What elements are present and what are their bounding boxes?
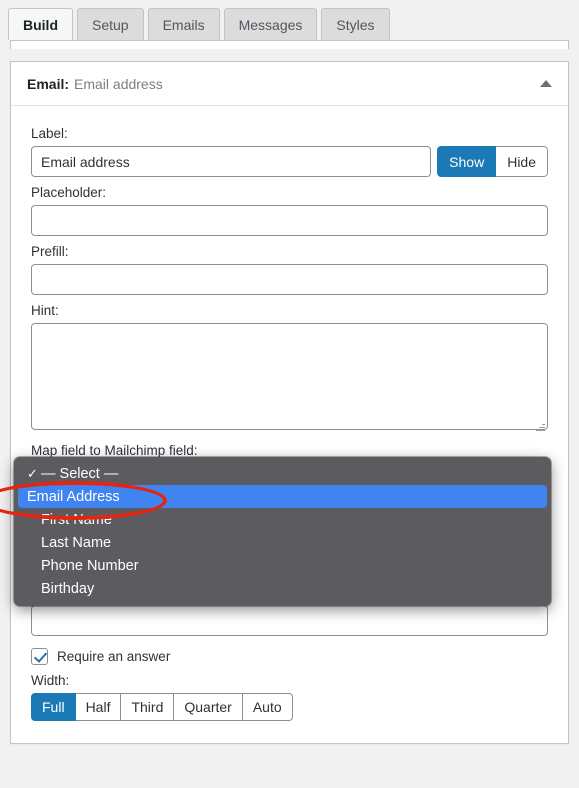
dropdown-option-birthday[interactable]: Birthday bbox=[14, 577, 551, 600]
field-settings-panel: Email: Email address Label: Show Hide Pl… bbox=[10, 61, 569, 744]
previous-panel-edge bbox=[10, 40, 569, 49]
dropdown-option-label: First Name bbox=[41, 511, 112, 528]
tab-styles[interactable]: Styles bbox=[321, 8, 390, 40]
label-visibility-toggle: Show Hide bbox=[437, 146, 548, 177]
map-field-caption: Map field to Mailchimp field: bbox=[31, 443, 198, 458]
dropdown-option-email-address[interactable]: Email Address bbox=[18, 485, 547, 508]
form-builder-screen: Build Setup Emails Messages Styles Email… bbox=[0, 0, 579, 788]
dropdown-option-first-name[interactable]: First Name bbox=[14, 508, 551, 531]
tab-bar: Build Setup Emails Messages Styles bbox=[0, 8, 579, 40]
hint-wrapper bbox=[31, 323, 548, 435]
dropdown-option-phone-number[interactable]: Phone Number bbox=[14, 554, 551, 577]
field-title-label: Email address bbox=[74, 75, 163, 92]
tab-messages[interactable]: Messages bbox=[223, 8, 318, 40]
tab-build[interactable]: Build bbox=[8, 8, 73, 40]
panel-header[interactable]: Email: Email address bbox=[11, 62, 568, 106]
require-answer-row[interactable]: Require an answer bbox=[31, 648, 548, 665]
dropdown-option-label: Phone Number bbox=[41, 557, 139, 574]
tab-label: Messages bbox=[238, 16, 303, 33]
suffix-input[interactable] bbox=[31, 605, 548, 636]
dropdown-option-last-name[interactable]: Last Name bbox=[14, 531, 551, 554]
dropdown-option-label: Last Name bbox=[41, 534, 112, 551]
mailchimp-field-dropdown-menu: ✓ — Select — Email Address First Name La… bbox=[14, 457, 551, 606]
dropdown-option-select[interactable]: ✓ — Select — bbox=[14, 462, 551, 485]
hint-field-caption: Hint: bbox=[31, 303, 59, 318]
tab-label: Styles bbox=[336, 16, 375, 33]
show-label-button[interactable]: Show bbox=[437, 146, 497, 177]
tab-setup[interactable]: Setup bbox=[77, 8, 144, 40]
require-answer-checkbox[interactable] bbox=[31, 648, 48, 665]
tab-label: Setup bbox=[92, 16, 129, 33]
width-option-quarter[interactable]: Quarter bbox=[174, 693, 243, 721]
width-option-full[interactable]: Full bbox=[31, 693, 76, 721]
dropdown-option-label: Email Address bbox=[27, 488, 120, 505]
label-field-caption: Label: bbox=[31, 126, 68, 141]
width-option-third[interactable]: Third bbox=[121, 693, 175, 721]
prefill-field-caption: Prefill: bbox=[31, 244, 69, 259]
tab-emails[interactable]: Emails bbox=[147, 8, 220, 40]
hide-label-button[interactable]: Hide bbox=[496, 146, 548, 177]
checkmark-icon: ✓ bbox=[27, 465, 38, 481]
require-answer-label: Require an answer bbox=[57, 649, 171, 664]
hint-textarea[interactable] bbox=[31, 323, 548, 430]
triangle-up-icon[interactable] bbox=[540, 80, 552, 87]
width-option-auto[interactable]: Auto bbox=[242, 693, 293, 721]
width-option-half[interactable]: Half bbox=[75, 693, 122, 721]
dropdown-option-label: — Select — bbox=[41, 465, 119, 482]
tab-label: Emails bbox=[162, 16, 205, 33]
label-input[interactable] bbox=[31, 146, 432, 177]
panel-body: Label: Show Hide Placeholder: Prefill: H… bbox=[11, 106, 568, 743]
tab-label: Build bbox=[23, 16, 58, 33]
width-caption: Width: bbox=[31, 673, 70, 688]
width-segmented-control: Full Half Third Quarter Auto bbox=[31, 693, 548, 721]
placeholder-input[interactable] bbox=[31, 205, 548, 236]
placeholder-field-caption: Placeholder: bbox=[31, 185, 107, 200]
prefill-input[interactable] bbox=[31, 264, 548, 295]
label-row: Show Hide bbox=[31, 146, 548, 177]
dropdown-option-label: Birthday bbox=[41, 580, 95, 597]
field-type-label: Email: bbox=[27, 75, 70, 92]
